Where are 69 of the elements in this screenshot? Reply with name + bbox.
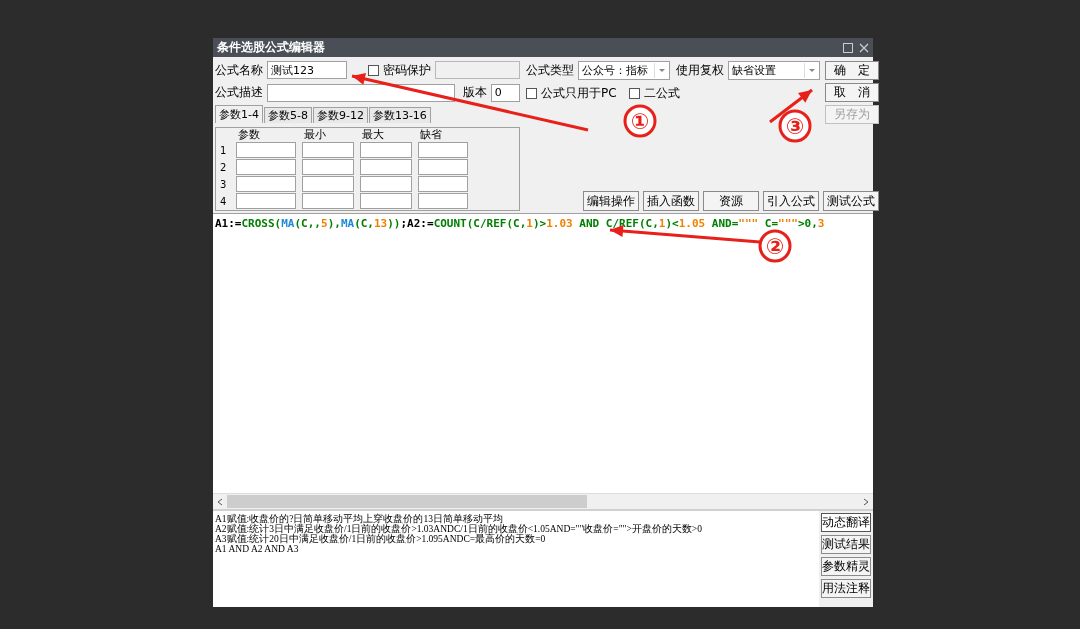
tab[interactable]: 参数1-4 bbox=[215, 105, 263, 123]
parameter-input[interactable] bbox=[302, 142, 354, 158]
parameter-input[interactable] bbox=[418, 176, 468, 192]
window-title: 条件选股公式编辑器 bbox=[217, 39, 325, 56]
column-header: 最大 bbox=[361, 129, 385, 141]
tab[interactable]: 参数5-8 bbox=[263, 107, 312, 123]
field-label: 公式名称 bbox=[215, 61, 263, 79]
action-button[interactable]: 测试公式 bbox=[823, 191, 879, 211]
close-icon[interactable] bbox=[859, 42, 869, 53]
row-number: 2 bbox=[220, 160, 228, 175]
action-button[interactable]: 编辑操作 bbox=[583, 191, 639, 211]
formula-type-dropdown[interactable]: 公众号：指标 bbox=[578, 61, 670, 80]
annotation-marker: ① bbox=[623, 104, 657, 138]
field-label: 公式类型 bbox=[526, 62, 574, 79]
panel-tab-button[interactable]: 测试结果 bbox=[821, 535, 871, 554]
checkbox[interactable] bbox=[628, 88, 640, 99]
action-button[interactable]: 引入公式 bbox=[763, 191, 819, 211]
parameter-input[interactable] bbox=[236, 176, 296, 192]
checkbox-label: 密码保护 bbox=[382, 61, 431, 79]
translation-line: A2赋值:统计3日中满足收盘价/1日前的收盘价>1.03ANDC/1日前的收盘价<1.05AND=""收盘价="">开盘价的天数>0 bbox=[215, 524, 703, 534]
action-button[interactable]: 资源 bbox=[703, 191, 759, 211]
row-number: 1 bbox=[220, 143, 228, 158]
parameter-input[interactable] bbox=[302, 193, 354, 209]
field-label: 使用复权 bbox=[676, 62, 724, 79]
maximize-icon[interactable] bbox=[843, 42, 853, 53]
adjust-dropdown[interactable]: 缺省设置 bbox=[728, 61, 820, 80]
field-label: 公式描述 bbox=[215, 84, 263, 102]
translation-line: A3赋值:统计20日中满足收盘价/1日前的收盘价>1.095ANDC=最高价的天数=0 bbox=[215, 534, 547, 544]
description-field[interactable] bbox=[267, 83, 455, 102]
column-header: 缺省 bbox=[419, 129, 443, 141]
parameter-input[interactable] bbox=[302, 176, 354, 192]
parameter-input[interactable] bbox=[360, 142, 412, 158]
annotation-marker: ③ bbox=[778, 109, 812, 143]
row-number: 4 bbox=[220, 194, 228, 209]
scroll-left-icon[interactable] bbox=[217, 497, 223, 506]
panel-tab-button[interactable]: 用法注释 bbox=[821, 579, 871, 598]
panel-tab-button[interactable]: 动态翻译 bbox=[821, 513, 871, 532]
tab[interactable]: 参数9-12 bbox=[312, 107, 368, 123]
parameter-input[interactable] bbox=[418, 193, 468, 209]
dialog-button[interactable]: 确 定 bbox=[825, 61, 879, 80]
parameter-input[interactable] bbox=[418, 159, 468, 175]
column-header: 参数 bbox=[237, 129, 261, 141]
parameter-input[interactable] bbox=[418, 142, 468, 158]
dialog-button[interactable]: 取 消 bbox=[825, 83, 879, 102]
annotation-marker: ② bbox=[758, 229, 792, 263]
parameter-input[interactable] bbox=[236, 159, 296, 175]
translation-line: A1赋值:收盘价的?日简单移动平均上穿收盘价的13日简单移动平均 bbox=[215, 514, 504, 524]
parameter-input[interactable] bbox=[236, 193, 296, 209]
panel-tab-button[interactable]: 参数精灵 bbox=[821, 557, 871, 576]
action-button[interactable]: 插入函数 bbox=[643, 191, 699, 211]
column-header: 最小 bbox=[303, 129, 327, 141]
scroll-right-icon[interactable] bbox=[863, 497, 869, 506]
checkbox[interactable] bbox=[526, 88, 537, 99]
parameter-input[interactable] bbox=[360, 193, 412, 209]
checkbox-label: 二公式 bbox=[643, 85, 680, 102]
checkbox-label: 公式只用于PC bbox=[541, 85, 617, 102]
name-field[interactable]: 测试123 bbox=[267, 61, 347, 80]
parameter-input[interactable] bbox=[236, 142, 296, 158]
row-number: 3 bbox=[220, 177, 228, 192]
formula-code: A1:=CROSS(MA(C,,5),MA(C,13));A2:=COUNT(C/REF(C,1)>1.03 AND C/REF(C,1)<1.05 AND=""" C=""">0,3 bbox=[215, 217, 826, 230]
checkbox[interactable] bbox=[367, 64, 379, 76]
parameter-input[interactable] bbox=[360, 176, 412, 192]
translation-line: A1 AND A2 AND A3 bbox=[215, 544, 300, 554]
field-label: 版本 bbox=[462, 84, 487, 102]
tab[interactable]: 参数13-16 bbox=[368, 107, 431, 123]
scrollbar-thumb[interactable] bbox=[227, 495, 587, 508]
version-field[interactable]: 0 bbox=[490, 83, 520, 102]
parameter-input[interactable] bbox=[302, 159, 354, 175]
parameter-input[interactable] bbox=[360, 159, 412, 175]
